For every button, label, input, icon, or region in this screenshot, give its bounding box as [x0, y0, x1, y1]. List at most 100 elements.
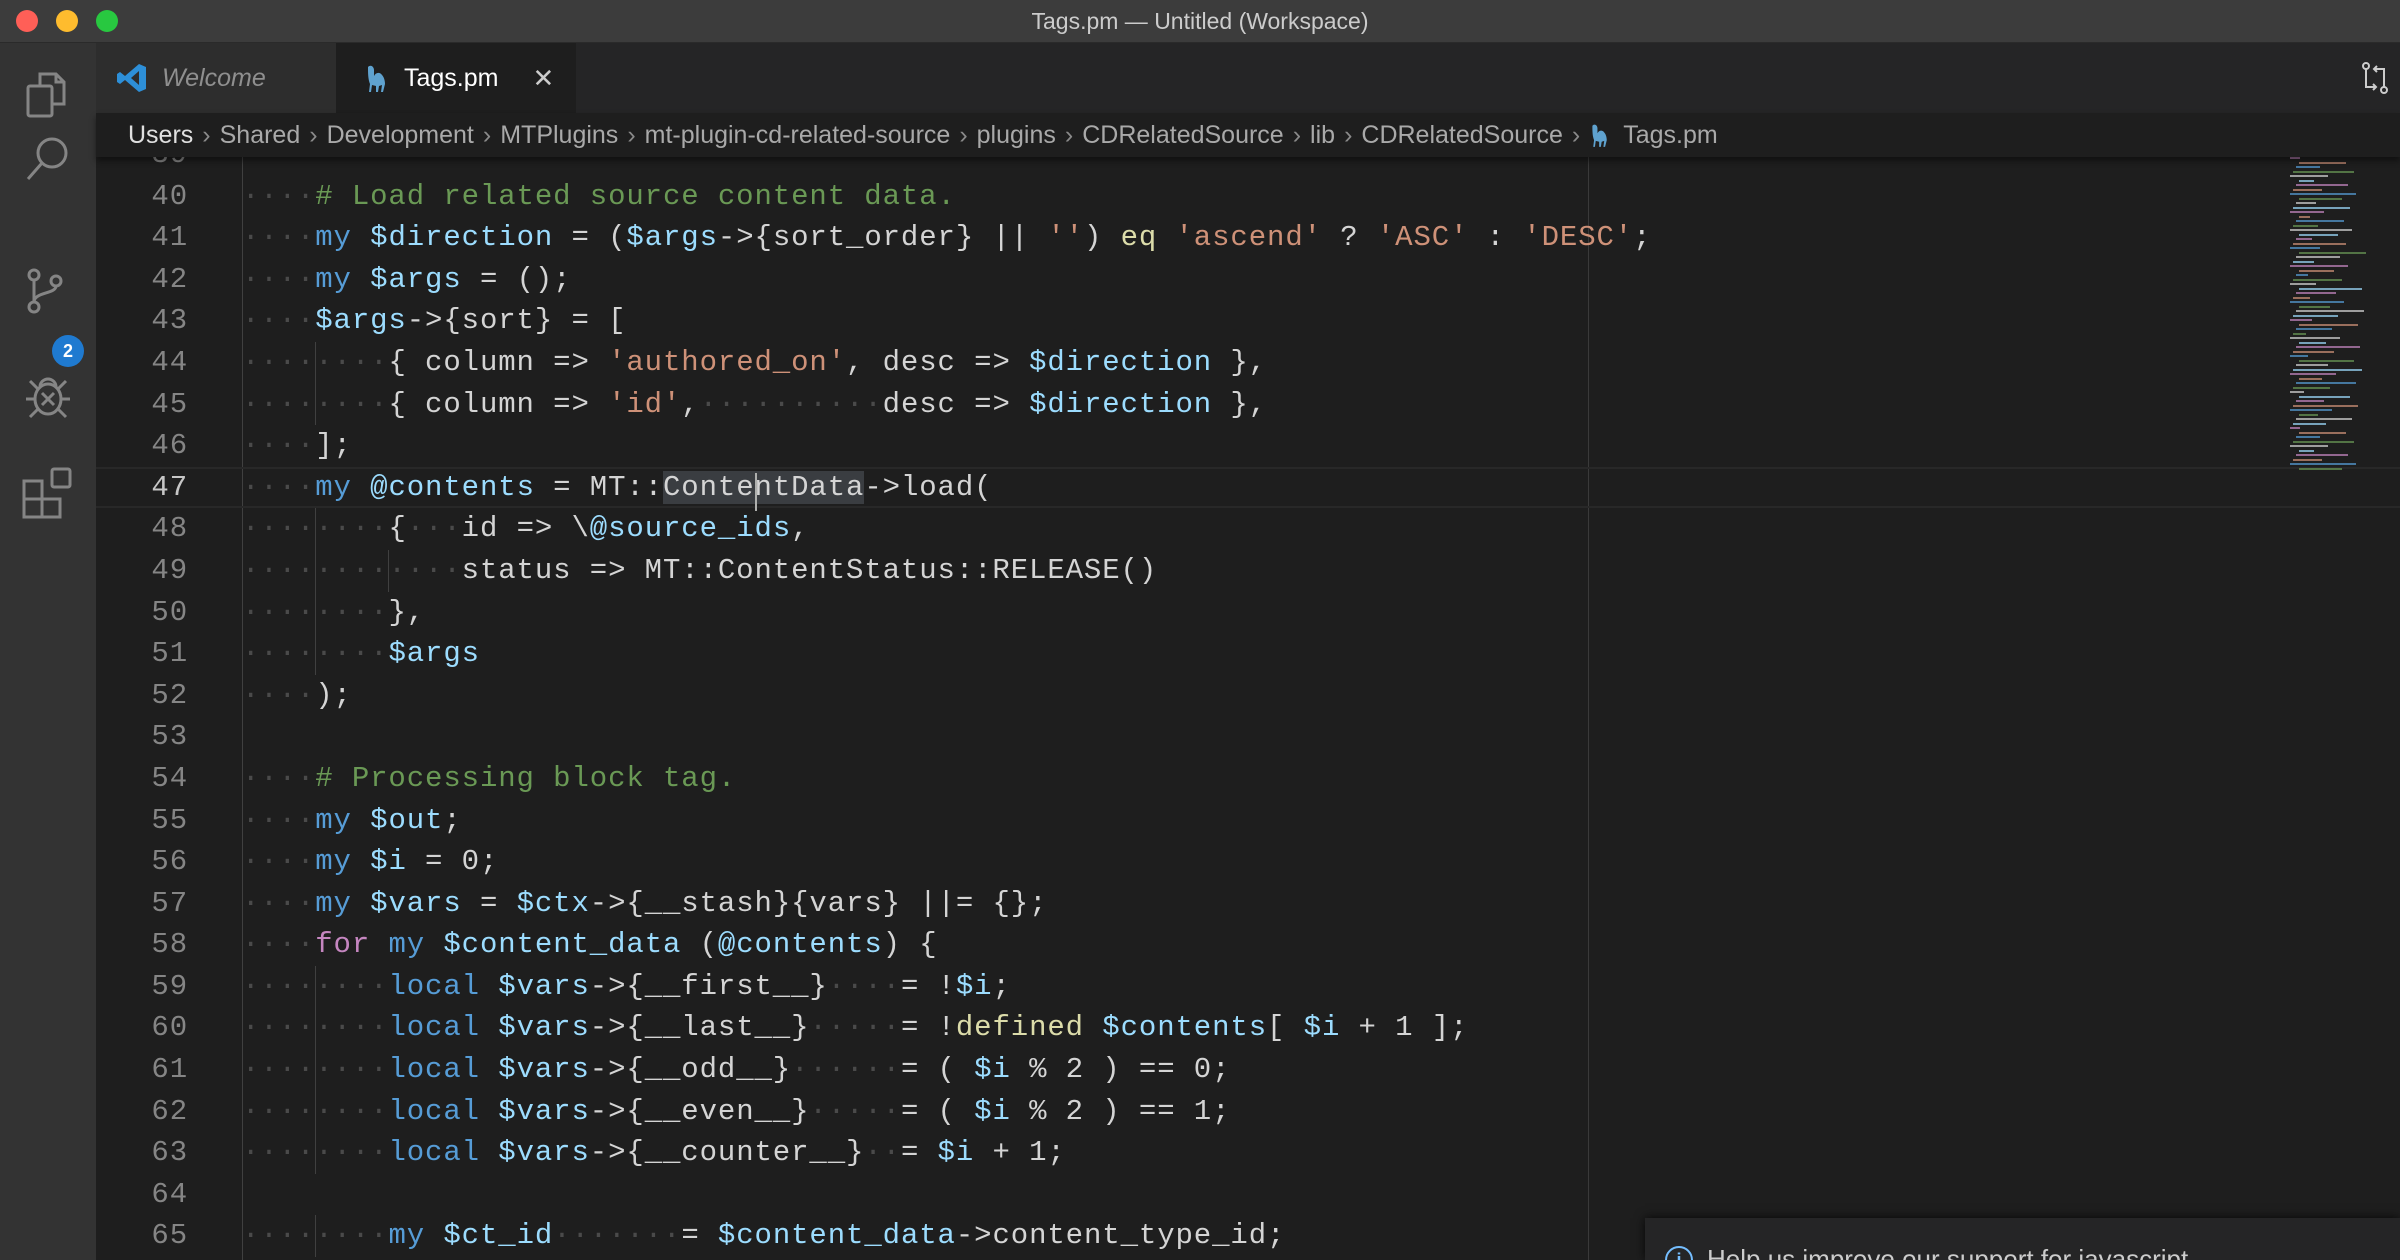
code-line[interactable]: 64 — [96, 1174, 2400, 1216]
breadcrumb-item[interactable]: Shared — [220, 121, 301, 150]
breadcrumb-item[interactable]: CDRelatedSource — [1082, 121, 1284, 150]
code-line[interactable]: 50 ········}, — [96, 591, 2400, 634]
code-token: id => \ — [461, 512, 590, 546]
minimap-line — [2290, 175, 2328, 177]
extensions-icon[interactable] — [22, 467, 74, 519]
breadcrumb-item[interactable]: lib — [1310, 121, 1335, 150]
code-token: $vars — [498, 1011, 590, 1045]
code-token: = (); — [461, 262, 572, 296]
code-line[interactable]: 42 ····my $args = (); — [96, 259, 2400, 301]
source-control-badge: 2 — [52, 335, 84, 367]
minimap-line — [2290, 193, 2356, 195]
code-line[interactable]: 44 ········{ column => 'authored_on', des… — [96, 341, 2400, 384]
breadcrumb-item[interactable]: plugins — [977, 121, 1056, 150]
debug-icon[interactable] — [22, 369, 74, 421]
minimap[interactable] — [2290, 157, 2400, 657]
chevron-right-icon: › — [1064, 120, 1074, 149]
code-line[interactable]: 63 ········local $vars->{__counter__}··= … — [96, 1132, 2400, 1174]
line-number: 47 — [151, 470, 188, 504]
code-line[interactable]: 43 ····$args->{sort} = [ — [96, 300, 2400, 342]
code-line[interactable]: 54 ····# Processing block tag. — [96, 758, 2400, 800]
line-number: 64 — [151, 1177, 188, 1211]
code-token: = — [461, 886, 517, 920]
code-token: $content_data — [443, 928, 682, 962]
code-line[interactable]: 57 ····my $vars = $ctx->{__stash}{vars} |… — [96, 883, 2400, 925]
minimap-line — [2293, 422, 2326, 425]
code-token: $vars — [498, 1094, 590, 1128]
minimap-line — [2293, 314, 2338, 317]
breadcrumb-item[interactable]: CDRelatedSource — [1361, 121, 1563, 150]
tab-tags-pm[interactable]: Tags.pm ✕ — [336, 43, 576, 113]
code-line[interactable]: 59 ········local $vars->{__first__}····= … — [96, 965, 2400, 1008]
code-line[interactable]: 60 ········local $vars->{__last__}·····= … — [96, 1007, 2400, 1050]
code-editor[interactable]: 3940····# Load related source content da… — [96, 157, 2400, 1260]
code-line[interactable]: 58 ····for my $content_data (@contents) { — [96, 924, 2400, 966]
code-line[interactable]: 51 ········$args — [96, 633, 2400, 675]
source-control-icon[interactable] — [22, 267, 74, 319]
code-line[interactable]: 40 ····# Load related source content data… — [96, 176, 2400, 218]
code-line[interactable]: 49 ············status => MT::ContentStatu… — [96, 549, 2400, 592]
minimap-line — [2299, 359, 2354, 362]
code-line[interactable]: 53 — [96, 716, 2400, 758]
breadcrumb-item[interactable]: Tags.pm — [1623, 121, 1717, 150]
code-token: ->{__first__} — [589, 969, 828, 1003]
breadcrumb-item[interactable]: Users — [128, 121, 193, 150]
line-number: 41 — [151, 221, 188, 255]
breadcrumb-item[interactable]: MTPlugins — [500, 121, 618, 150]
code-token: local — [388, 1011, 480, 1045]
notification-toast[interactable]: i Help us improve our support for javasc… — [1645, 1218, 2400, 1260]
code-line[interactable]: 55 ····my $out; — [96, 800, 2400, 842]
close-tab-icon[interactable]: ✕ — [532, 63, 554, 94]
line-number: 51 — [151, 637, 188, 671]
code-lines[interactable]: 3940····# Load related source content da… — [96, 157, 2400, 1258]
files-icon[interactable] — [22, 69, 74, 121]
open-changes-icon[interactable] — [2360, 61, 2390, 95]
code-token: my — [388, 1219, 426, 1253]
breadcrumb-item[interactable]: mt-plugin-cd-related-source — [645, 121, 951, 150]
minimap-line — [2296, 274, 2308, 276]
line-number: 53 — [151, 720, 188, 754]
code-line[interactable]: 62 ········local $vars->{__even__}·····= … — [96, 1090, 2400, 1133]
code-token: $contents — [1102, 1011, 1268, 1045]
code-line[interactable]: 46 ····]; — [96, 425, 2400, 467]
code-token: @contents — [717, 928, 883, 962]
code-line[interactable]: 52 ····); — [96, 675, 2400, 717]
code-line[interactable]: 39 — [96, 157, 2400, 176]
code-token: % 2 ) == 1; — [1010, 1094, 1231, 1128]
code-text: ····my @contents = MT::ContentData ->load… — [242, 467, 992, 511]
title-bar: Tags.pm — Untitled (Workspace) — [0, 0, 2400, 43]
code-line[interactable]: 41 ····my $direction = ($args->{sort_orde… — [96, 217, 2400, 259]
code-token: $vars — [498, 1053, 590, 1087]
line-number: 46 — [151, 429, 188, 463]
code-token: ->{__odd__} — [589, 1053, 792, 1087]
minimap-line — [2293, 170, 2354, 173]
code-text: ········{ column => 'id',··········desc … — [242, 384, 1267, 426]
indent-guide — [315, 341, 317, 384]
code-token: $out — [370, 803, 444, 837]
tab-welcome[interactable]: Welcome — [96, 43, 336, 113]
minimap-line — [2293, 386, 2330, 389]
minimap-line — [2299, 215, 2310, 218]
line-number: 58 — [151, 928, 188, 962]
code-line[interactable]: 45 ········{ column => 'id',··········des… — [96, 383, 2400, 426]
code-line[interactable]: 56 ····my $i = 0; — [96, 841, 2400, 883]
code-text: ············status => MT::ContentStatus:… — [242, 550, 1157, 592]
minimap-line — [2290, 229, 2352, 231]
code-token: ···· — [242, 761, 316, 795]
breadcrumb-item[interactable]: Development — [327, 121, 474, 150]
code-line[interactable]: 48 ········{···id => \@source_ids, — [96, 508, 2400, 550]
code-token: 'DESC' — [1523, 221, 1634, 255]
line-number: 50 — [151, 595, 188, 629]
code-line[interactable]: 61 ········local $vars->{__odd__}······= … — [96, 1049, 2400, 1091]
code-line[interactable]: 47 ····my @contents = MT::ContentData ->lo… — [96, 467, 2400, 511]
search-icon[interactable] — [22, 133, 74, 185]
code-text: ····# Load related source content data. — [242, 176, 956, 218]
code-text: ········my $ct_id·······= $content_data-… — [242, 1215, 1285, 1257]
